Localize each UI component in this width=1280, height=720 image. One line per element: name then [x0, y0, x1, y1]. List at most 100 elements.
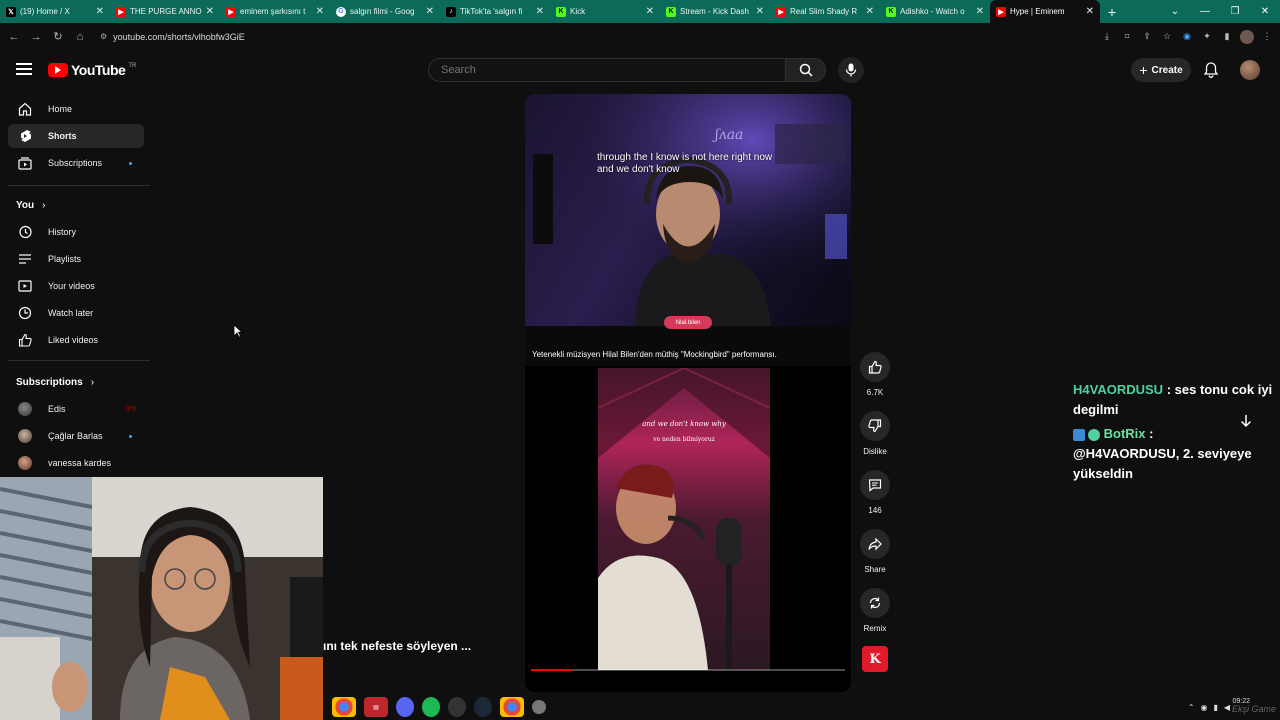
tab-purge[interactable]: ▶ THE PURGE ANNO ✕: [110, 0, 220, 23]
sidebar-item-liked-videos[interactable]: Liked videos: [8, 328, 144, 352]
reload-icon[interactable]: ↻: [50, 29, 66, 45]
close-tab-icon[interactable]: ✕: [96, 6, 104, 17]
close-tab-icon[interactable]: ✕: [646, 6, 654, 17]
translate-icon[interactable]: ⌗: [1120, 30, 1134, 44]
share-icon[interactable]: ⇪: [1140, 30, 1154, 44]
site-info-icon[interactable]: ⚙: [100, 32, 107, 41]
webcam-person-illustration: [0, 477, 323, 720]
close-tab-icon[interactable]: ✕: [866, 6, 874, 17]
sidebar-item-playlists[interactable]: Playlists: [8, 247, 144, 271]
chrome-taskbar-icon[interactable]: [500, 697, 524, 717]
steam-taskbar-icon[interactable]: [474, 697, 492, 717]
search-button[interactable]: [786, 58, 826, 82]
share-arrow-icon: [860, 529, 890, 559]
tab-kick[interactable]: K Kick ✕: [550, 0, 660, 23]
tab-tiktok[interactable]: ♪ TikTok'ta 'salgın fi ✕: [440, 0, 550, 23]
sidebar-item-watch-later[interactable]: Watch later: [8, 301, 144, 325]
close-tab-icon[interactable]: ✕: [426, 6, 434, 17]
tab-slim-shady[interactable]: ▶ Real Slim Shady R ✕: [770, 0, 880, 23]
volume-icon[interactable]: ◀: [1224, 703, 1230, 712]
youtube-icon: ▶: [226, 6, 236, 17]
creator-tag: hilal.bilen: [664, 316, 712, 329]
sidebar-item-shorts[interactable]: Shorts: [8, 124, 144, 148]
notifications-bell-icon[interactable]: [1201, 60, 1221, 80]
singer-illustration: [598, 368, 770, 670]
tab-hype-active[interactable]: ▶ Hype | Eminem ✕: [990, 0, 1100, 23]
subscriptions-icon: [18, 156, 32, 170]
sidebar-subscriptions-heading[interactable]: Subscriptions ›: [16, 377, 94, 388]
close-tab-icon[interactable]: ✕: [206, 6, 214, 17]
youtube-logo[interactable]: YouTube TR: [48, 62, 136, 78]
close-tab-icon[interactable]: ✕: [976, 6, 984, 17]
profile-icon[interactable]: [1240, 29, 1254, 44]
remix-button[interactable]: Remix: [857, 588, 893, 633]
close-tab-icon[interactable]: ✕: [756, 6, 764, 17]
account-avatar[interactable]: [1240, 60, 1260, 80]
your-videos-icon: [18, 279, 32, 293]
tab-google[interactable]: Gsalgın filmi - Goog ✕: [330, 0, 440, 23]
create-button[interactable]: + Create: [1131, 58, 1191, 82]
like-button[interactable]: 6.7K: [857, 352, 893, 397]
subscription-item-edis[interactable]: Edis ((•)): [8, 397, 144, 421]
share-button[interactable]: Share: [857, 529, 893, 574]
tab-x-home[interactable]: 𝕏 (19) Home / X ✕: [0, 0, 110, 23]
spotify-taskbar-icon[interactable]: [422, 697, 440, 717]
new-tab-button[interactable]: +: [1100, 4, 1124, 20]
menu-icon[interactable]: ⋮: [1260, 30, 1274, 44]
app-taskbar-icon[interactable]: [532, 700, 546, 714]
sidebar-item-home[interactable]: Home: [8, 97, 144, 121]
chrome-taskbar-icon[interactable]: [332, 697, 356, 717]
maximize-icon[interactable]: ❐: [1220, 6, 1250, 17]
live-indicator-icon: ((•)): [125, 406, 136, 412]
avatar: [18, 429, 32, 443]
obs-taskbar-icon[interactable]: [448, 697, 466, 717]
search-input[interactable]: [441, 64, 773, 76]
search-box[interactable]: [428, 58, 786, 82]
tab-kick-dash[interactable]: K Stream - Kick Dash ✕: [660, 0, 770, 23]
next-video-arrow-icon[interactable]: [1236, 411, 1256, 431]
extension-icon[interactable]: ◉: [1180, 30, 1194, 44]
hamburger-menu-icon[interactable]: [16, 63, 32, 75]
svg-text:ʃʌaa: ʃʌaa: [712, 127, 743, 143]
tab-adishko[interactable]: K Adishko - Watch o ✕: [880, 0, 990, 23]
shorts-player[interactable]: ʃʌaa through the I know is not here righ…: [525, 94, 851, 692]
sidebar-item-subscriptions[interactable]: Subscriptions: [8, 151, 144, 175]
url-field[interactable]: ⚙ youtube.com/shorts/vlhobfw3GiE: [94, 26, 1094, 47]
close-tab-icon[interactable]: ✕: [316, 6, 324, 17]
close-tab-icon[interactable]: ✕: [536, 6, 544, 17]
close-window-icon[interactable]: ✕: [1250, 6, 1280, 17]
stream-chat-overlay: H4VAORDUSU : ses tonu cok iyi degilmi Bo…: [1073, 380, 1280, 484]
home-icon: [18, 102, 32, 116]
sidepanel-icon[interactable]: ▮: [1220, 30, 1234, 44]
video-progress-bar[interactable]: [531, 669, 845, 671]
subscription-item-caglar-barlas[interactable]: Çağlar Barlas: [8, 424, 144, 448]
new-content-dot: [129, 161, 132, 165]
dislike-button[interactable]: Dislike: [857, 411, 893, 456]
bot-badge-icon: [1073, 428, 1085, 441]
tab-eminem[interactable]: ▶ eminem şarkısını t ✕: [220, 0, 330, 23]
sidebar-item-history[interactable]: History: [8, 220, 144, 244]
tray-chevron-icon[interactable]: ⌃: [1188, 703, 1195, 712]
close-tab-icon[interactable]: ✕: [1086, 6, 1094, 17]
webcam-overlay: [0, 477, 323, 720]
forward-icon[interactable]: →: [28, 29, 44, 45]
puzzle-icon[interactable]: ✦: [1200, 30, 1214, 44]
taskbar: ▤ ⌃ ◉ ▮ ◀ 09:22 Ekşi Game: [324, 694, 1280, 720]
tab-search-icon[interactable]: ⌄: [1160, 6, 1190, 17]
discord-taskbar-icon[interactable]: [396, 697, 414, 717]
home-browser-icon[interactable]: ⌂: [72, 29, 88, 45]
bookmark-star-icon[interactable]: ☆: [1160, 30, 1174, 44]
app-taskbar-icon[interactable]: ▤: [364, 697, 388, 717]
download-icon[interactable]: ⤓: [1100, 30, 1114, 44]
sidebar-item-your-videos[interactable]: Your videos: [8, 274, 144, 298]
microphone-tray-icon[interactable]: ▮: [1213, 703, 1217, 712]
wifi-icon[interactable]: ◉: [1200, 703, 1207, 712]
comments-button[interactable]: 146: [857, 470, 893, 515]
sidebar-you-heading[interactable]: You ›: [16, 200, 46, 211]
subscription-item-vanessa-kardes[interactable]: vanessa kardes: [8, 451, 144, 475]
minimize-icon[interactable]: —: [1190, 6, 1220, 17]
voice-search-button[interactable]: [838, 57, 864, 83]
chat-separator: :: [1166, 382, 1175, 397]
channel-avatar-badge[interactable]: K: [862, 646, 888, 672]
back-icon[interactable]: ←: [6, 29, 22, 45]
